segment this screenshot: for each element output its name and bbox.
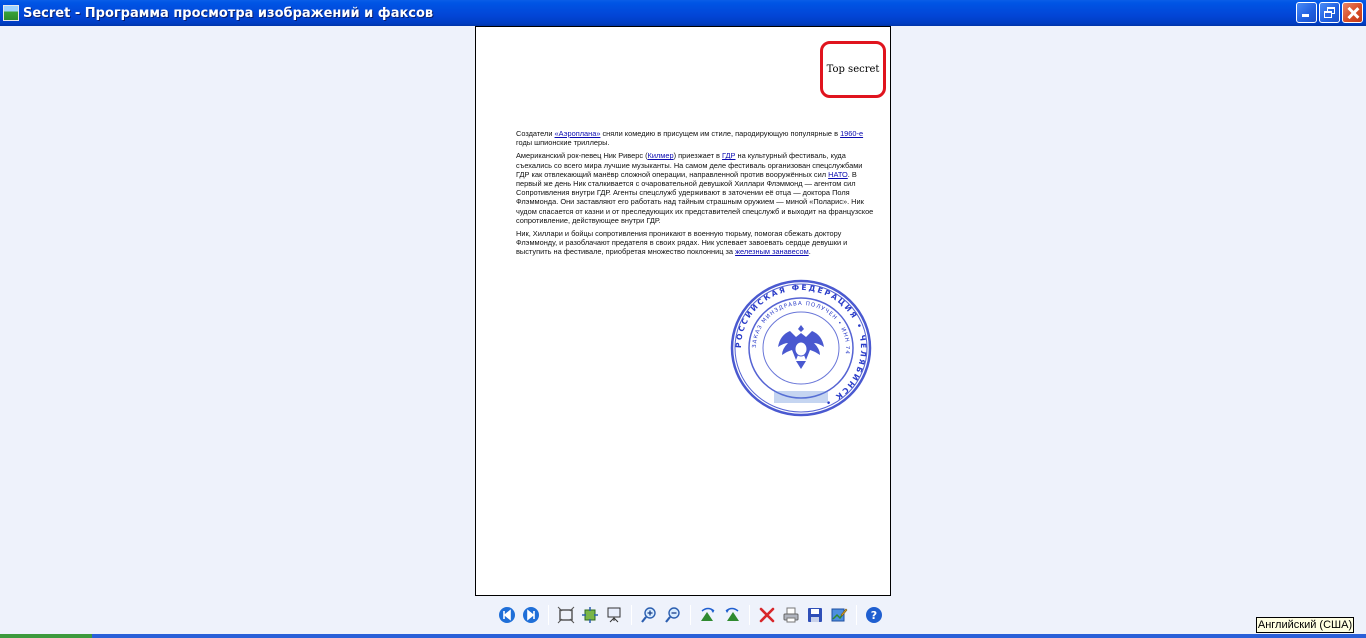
link-aeroplan[interactable]: «Аэроплана» <box>555 129 601 138</box>
next-image-button[interactable] <box>520 604 542 626</box>
text: . <box>808 247 811 257</box>
text: ) приезжает в <box>673 151 723 161</box>
slideshow-icon <box>607 607 621 623</box>
help-icon: ? <box>866 607 882 623</box>
help-button[interactable]: ? <box>863 604 885 626</box>
toolbar-separator <box>749 605 750 625</box>
edit-icon <box>831 608 848 622</box>
viewer-toolbar: ? <box>495 603 886 627</box>
link-kilmer[interactable]: Килмер <box>648 151 674 160</box>
zoom-out-icon <box>665 607 680 623</box>
taskbar-edge <box>0 634 1366 638</box>
zoom-out-button[interactable] <box>662 604 684 626</box>
slideshow-button[interactable] <box>603 604 625 626</box>
title-bar[interactable]: Secret - Программа просмотра изображений… <box>0 0 1366 26</box>
app-icon[interactable] <box>3 5 19 21</box>
rotate-cw-icon <box>701 607 715 621</box>
save-button[interactable] <box>804 604 826 626</box>
best-fit-button[interactable] <box>555 604 577 626</box>
text: Американский рок-певец Ник Риверс ( <box>516 151 648 161</box>
text: годы шпионские триллеры. <box>516 138 610 148</box>
zoom-in-icon <box>641 607 656 623</box>
official-seal-icon: РОССИЙСКАЯ ФЕДЕРАЦИЯ • ЧЕЛЯБИНСК • ЗАКАЗ… <box>730 279 872 417</box>
link-nato[interactable]: НАТО <box>828 170 848 179</box>
svg-text:?: ? <box>871 609 877 622</box>
document-page[interactable]: Top secret Создатели «Аэроплана» сняли к… <box>475 26 891 596</box>
save-icon <box>808 608 822 622</box>
delete-icon <box>759 607 775 623</box>
next-image-icon <box>523 607 539 623</box>
delete-button[interactable] <box>756 604 778 626</box>
toolbar-separator <box>548 605 549 625</box>
toolbar-separator <box>690 605 691 625</box>
top-secret-label: Top secret <box>826 64 880 75</box>
restore-button[interactable] <box>1319 2 1340 23</box>
print-button[interactable] <box>780 604 802 626</box>
toolbar-separator <box>631 605 632 625</box>
best-fit-icon <box>557 606 575 624</box>
link-iron-curtain[interactable]: железным занавесом <box>735 247 809 256</box>
window-controls <box>1296 2 1363 23</box>
actual-size-button[interactable] <box>579 604 601 626</box>
window-title: Secret - Программа просмотра изображений… <box>23 5 434 21</box>
prev-image-button[interactable] <box>496 604 518 626</box>
prev-image-icon <box>499 607 515 623</box>
link-1960s[interactable]: 1960-е <box>840 129 863 138</box>
language-indicator[interactable]: Английский (США) <box>1256 617 1354 633</box>
print-icon <box>783 607 799 623</box>
edit-button[interactable] <box>828 604 850 626</box>
rotate-ccw-button[interactable] <box>721 604 743 626</box>
close-button[interactable] <box>1342 2 1363 23</box>
paragraph-3: Ник, Хиллари и бойцы сопротивления прони… <box>516 229 876 257</box>
text: Создатели <box>516 129 555 138</box>
top-secret-stamp: Top secret <box>820 41 886 98</box>
paragraph-2: Американский рок-певец Ник Риверс (Килме… <box>516 151 876 225</box>
zoom-in-button[interactable] <box>638 604 660 626</box>
text: . В первый же день Ник сталкивается с оч… <box>516 169 874 225</box>
document-body: Создатели «Аэроплана» сняли комедию в пр… <box>516 129 876 261</box>
paragraph-1: Создатели «Аэроплана» сняли комедию в пр… <box>516 129 876 147</box>
toolbar-separator <box>856 605 857 625</box>
text: сняли комедию в присущем им стиле, парод… <box>600 129 841 138</box>
rotate-cw-button[interactable] <box>697 604 719 626</box>
start-button-edge[interactable] <box>0 634 92 638</box>
actual-size-icon <box>582 607 598 623</box>
minimize-button[interactable] <box>1296 2 1317 23</box>
link-gdr[interactable]: ГДР <box>722 151 735 160</box>
rotate-ccw-icon <box>725 607 739 621</box>
